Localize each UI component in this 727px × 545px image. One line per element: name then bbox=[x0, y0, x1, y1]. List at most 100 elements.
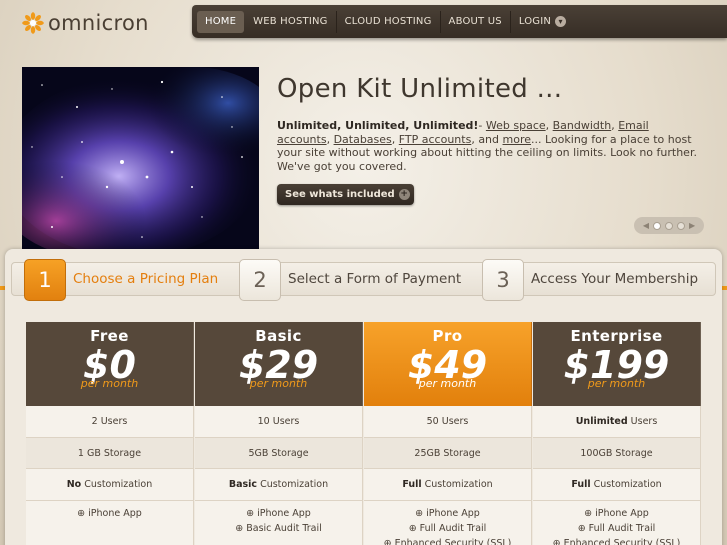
slider-dot-2[interactable] bbox=[665, 221, 673, 230]
plan-pro[interactable]: Pro $49 per month 50 Users 25GB Storage … bbox=[364, 322, 532, 545]
link-web-space[interactable]: Web space bbox=[486, 119, 546, 132]
plan-enterprise[interactable]: Enterprise $199 per month Unlimited User… bbox=[533, 322, 701, 545]
steps-bar: 1 Choose a Pricing Plan 2 Select a Form … bbox=[11, 259, 717, 301]
step-2-number: 2 bbox=[239, 259, 281, 301]
feature-item: ⊕ iPhone App bbox=[415, 507, 480, 519]
plan-features: ⊕ iPhone App bbox=[26, 500, 194, 545]
nav-home-label: HOME bbox=[205, 15, 237, 27]
feature-item: ⊕ Full Audit Trail bbox=[408, 522, 487, 534]
nav-cloud-hosting[interactable]: CLOUD HOSTING bbox=[337, 10, 441, 33]
chevron-down-icon: ▾ bbox=[555, 16, 567, 27]
hero-description: Unlimited, Unlimited, Unlimited!- Web sp… bbox=[277, 119, 702, 173]
hero-title: Open Kit Unlimited ... bbox=[277, 74, 563, 104]
users-strong: Unlimited bbox=[575, 416, 628, 427]
plan-header: Free $0 per month bbox=[26, 322, 194, 406]
custom-value: Customization bbox=[590, 479, 662, 490]
hero-dash: - bbox=[478, 119, 486, 132]
step-3-label: Access Your Membership bbox=[531, 271, 699, 287]
plan-features: ⊕ iPhone App ⊕ Basic Audit Trail bbox=[195, 500, 363, 545]
link-bandwidth[interactable]: Bandwidth bbox=[553, 119, 612, 132]
custom-strong: Basic bbox=[228, 479, 258, 490]
nav-login[interactable]: LOGIN ▾ bbox=[511, 11, 574, 33]
plan-storage: 100GB Storage bbox=[533, 437, 701, 469]
sep-and: , and bbox=[471, 132, 503, 146]
custom-strong: Full bbox=[402, 479, 422, 490]
step-3[interactable]: 3 Access Your Membership bbox=[481, 259, 717, 301]
users-value: Users bbox=[627, 416, 658, 427]
plan-storage: 25GB Storage bbox=[364, 437, 532, 469]
plan-name: Pro bbox=[432, 327, 463, 345]
step-2-label: Select a Form of Payment bbox=[288, 271, 462, 287]
plan-customization: Basic Customization bbox=[195, 469, 363, 501]
nebula-image bbox=[22, 67, 259, 250]
slider-dot-3[interactable] bbox=[677, 221, 685, 230]
sep: , bbox=[391, 132, 399, 146]
plan-name: Free bbox=[90, 327, 129, 345]
plan-features: ⊕ iPhone App ⊕ Full Audit Trail ⊕ Enhanc… bbox=[364, 500, 532, 545]
plan-customization: Full Customization bbox=[533, 469, 701, 501]
logo-text: omnicron bbox=[48, 11, 149, 35]
see-whats-included-label: See whats included bbox=[285, 189, 395, 200]
plan-storage: 1 GB Storage bbox=[26, 437, 194, 469]
users-value: 2 Users bbox=[91, 416, 128, 427]
custom-value: Customization bbox=[421, 479, 493, 490]
custom-strong: Full bbox=[571, 479, 591, 490]
step-1-number: 1 bbox=[24, 259, 66, 301]
custom-value: Customization bbox=[81, 479, 153, 490]
plan-users: 10 Users bbox=[195, 406, 363, 438]
slider-pagination: ◀ ▶ bbox=[634, 217, 704, 234]
step-2[interactable]: 2 Select a Form of Payment bbox=[238, 259, 478, 301]
plan-header: Pro $49 per month bbox=[364, 322, 532, 406]
custom-value: Customization bbox=[257, 479, 329, 490]
hero-image bbox=[22, 67, 259, 250]
custom-strong: No bbox=[66, 479, 82, 490]
plan-free[interactable]: Free $0 per month 2 Users 1 GB Storage N… bbox=[26, 322, 194, 545]
nav-web-hosting[interactable]: WEB HOSTING bbox=[245, 10, 337, 33]
plan-header: Enterprise $199 per month bbox=[533, 322, 701, 406]
plan-users: 2 Users bbox=[26, 406, 194, 438]
feature-item: ⊕ iPhone App bbox=[77, 507, 142, 519]
logo[interactable]: omnicron bbox=[22, 12, 149, 34]
link-databases[interactable]: Databases bbox=[334, 133, 392, 146]
storage-value: 25GB Storage bbox=[414, 447, 481, 459]
nav-cloud-hosting-label: CLOUD HOSTING bbox=[344, 15, 432, 27]
slider-dot-1[interactable] bbox=[653, 221, 661, 230]
link-more[interactable]: more bbox=[503, 133, 532, 146]
feature-item: ⊕ Enhanced Security (SSL) bbox=[552, 537, 681, 545]
plan-name: Basic bbox=[255, 327, 302, 345]
plan-storage: 5GB Storage bbox=[195, 437, 363, 469]
step-1-label: Choose a Pricing Plan bbox=[73, 271, 219, 287]
plan-period: per month bbox=[249, 377, 308, 390]
feature-item: ⊕ iPhone App bbox=[584, 507, 649, 519]
hero-lead: Unlimited, Unlimited, Unlimited! bbox=[277, 119, 479, 132]
plan-features: ⊕ iPhone App ⊕ Full Audit Trail ⊕ Enhanc… bbox=[533, 500, 701, 545]
step-1[interactable]: 1 Choose a Pricing Plan bbox=[12, 259, 237, 301]
plan-users: 50 Users bbox=[364, 406, 532, 438]
users-value: 10 Users bbox=[257, 416, 300, 427]
sep: , bbox=[545, 119, 553, 132]
plan-users: Unlimited Users bbox=[533, 406, 701, 438]
nav-home[interactable]: HOME bbox=[197, 10, 245, 33]
feature-item: ⊕ iPhone App bbox=[246, 507, 311, 519]
nav-about-us-label: ABOUT US bbox=[448, 15, 502, 27]
plan-basic[interactable]: Basic $29 per month 10 Users 5GB Storage… bbox=[195, 322, 363, 545]
plan-name: Enterprise bbox=[570, 327, 663, 345]
plan-period: per month bbox=[587, 377, 646, 390]
next-arrow-icon[interactable]: ▶ bbox=[689, 221, 695, 230]
see-whats-included-button[interactable]: See whats included + bbox=[277, 184, 414, 205]
plus-icon: + bbox=[398, 189, 410, 200]
feature-item: ⊕ Full Audit Trail bbox=[577, 522, 656, 534]
nav-web-hosting-label: WEB HOSTING bbox=[253, 15, 328, 27]
main-nav: HOME WEB HOSTING CLOUD HOSTING ABOUT US … bbox=[192, 5, 727, 38]
plan-period: per month bbox=[80, 377, 139, 390]
nav-login-label: LOGIN bbox=[518, 15, 552, 27]
prev-arrow-icon[interactable]: ◀ bbox=[643, 221, 649, 230]
nav-about-us[interactable]: ABOUT US bbox=[441, 10, 511, 33]
users-value: 50 Users bbox=[426, 416, 469, 427]
storage-value: 5GB Storage bbox=[248, 447, 309, 459]
plan-period: per month bbox=[418, 377, 477, 390]
link-ftp-accounts[interactable]: FTP accounts bbox=[399, 133, 472, 146]
feature-item: ⊕ Enhanced Security (SSL) bbox=[383, 537, 512, 545]
plan-customization: Full Customization bbox=[364, 469, 532, 501]
flower-icon bbox=[22, 12, 44, 34]
